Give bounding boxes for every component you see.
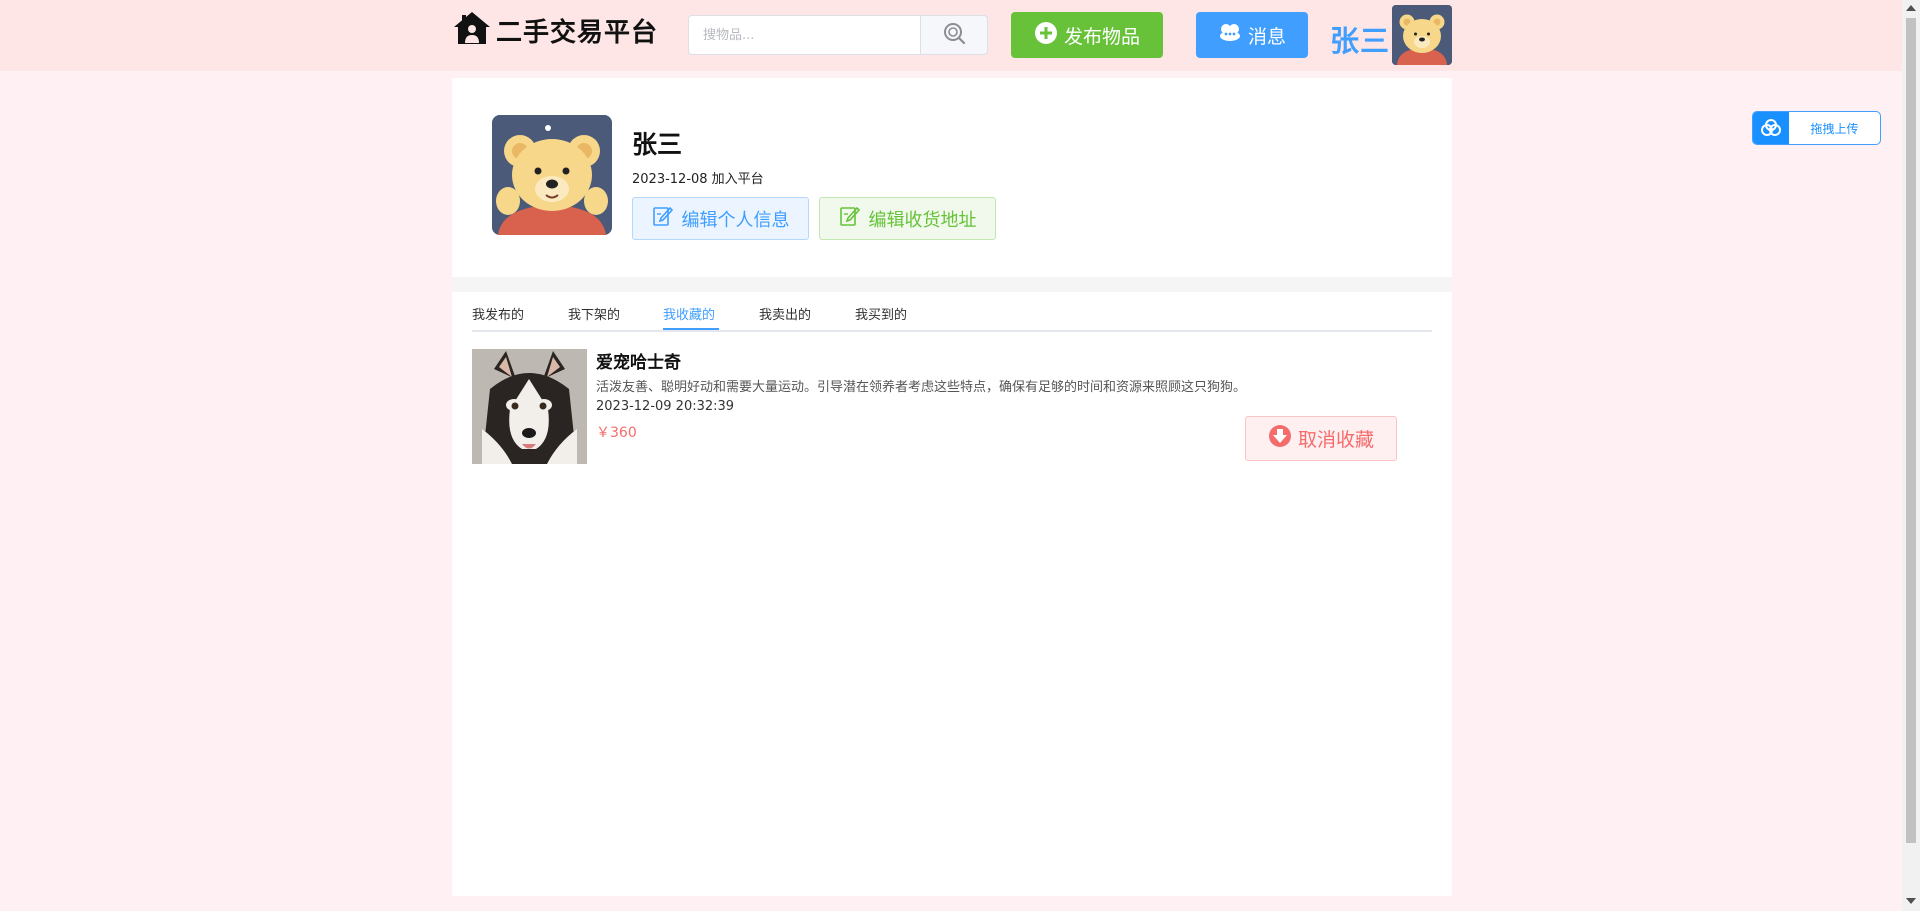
- messages-label: 消息: [1247, 25, 1286, 48]
- drag-upload-label: 拖拽上传: [1810, 121, 1859, 136]
- search-button[interactable]: [920, 15, 988, 55]
- section-divider: [452, 277, 1452, 292]
- search-input[interactable]: [688, 15, 921, 55]
- edit-profile-label: 编辑个人信息: [681, 209, 790, 231]
- item-timestamp: 2023-12-09 20:32:39: [596, 399, 735, 414]
- tab-bought[interactable]: 我买到的: [855, 304, 907, 332]
- item-price: ￥360: [596, 425, 637, 441]
- profile-name: 张三: [632, 130, 683, 159]
- profile-join-date: 2023-12-08 加入平台: [632, 172, 764, 187]
- scroll-up-arrow[interactable]: [1906, 5, 1916, 11]
- unfavorite-label: 取消收藏: [1297, 429, 1374, 451]
- page-scrollbar[interactable]: [1902, 0, 1920, 911]
- publish-item-button[interactable]: 发布物品: [1011, 12, 1163, 58]
- publish-item-label: 发布物品: [1063, 25, 1140, 48]
- drag-upload-widget[interactable]: 拖拽上传: [1752, 111, 1881, 145]
- item-list-panel: 我发布的 我下架的 我收藏的 我卖出的 我买到的 爱宠哈士奇 活泼友善、聪明好动…: [452, 292, 1452, 896]
- tab-delisted[interactable]: 我下架的: [568, 304, 620, 332]
- edit-address-button[interactable]: 编辑收货地址: [819, 197, 996, 240]
- chat-icon: [1218, 22, 1242, 49]
- scrollbar-thumb[interactable]: [1906, 18, 1916, 843]
- item-image[interactable]: [472, 349, 587, 464]
- tab-published[interactable]: 我发布的: [472, 304, 524, 332]
- profile-avatar: [492, 115, 612, 235]
- scroll-down-arrow[interactable]: [1906, 898, 1916, 904]
- site-logo[interactable]: 二手交易平台: [452, 10, 658, 50]
- tab-bar: 我发布的 我下架的 我收藏的 我卖出的 我买到的: [472, 292, 1432, 332]
- item-title[interactable]: 爱宠哈士奇: [596, 348, 681, 373]
- search-icon: [942, 21, 966, 49]
- edit-profile-button[interactable]: 编辑个人信息: [632, 197, 809, 240]
- active-tab-indicator: [663, 328, 719, 330]
- edit-address-label: 编辑收货地址: [868, 209, 977, 231]
- header-username[interactable]: 张三: [1330, 18, 1390, 60]
- plus-circle-icon: [1034, 21, 1058, 50]
- messages-button[interactable]: 消息: [1196, 12, 1308, 58]
- header-avatar[interactable]: [1392, 5, 1452, 65]
- unfavorite-button[interactable]: 取消收藏: [1245, 416, 1397, 461]
- site-title: 二手交易平台: [496, 17, 659, 48]
- top-header: 二手交易平台 发布物品: [0, 0, 1902, 71]
- item-description: 活泼友善、聪明好动和需要大量运动。引导潜在领养者考虑这些特点，确保有足够的时间和…: [596, 380, 1247, 395]
- download-icon: [1268, 424, 1292, 453]
- profile-card: 张三 2023-12-08 加入平台 编辑个人信息 编辑收货地址: [452, 78, 1452, 277]
- edit-icon: [839, 205, 861, 232]
- cloud-icon: [1753, 112, 1789, 144]
- edit-icon: [652, 205, 674, 232]
- home-icon: [452, 10, 492, 50]
- tab-sold[interactable]: 我卖出的: [759, 304, 811, 332]
